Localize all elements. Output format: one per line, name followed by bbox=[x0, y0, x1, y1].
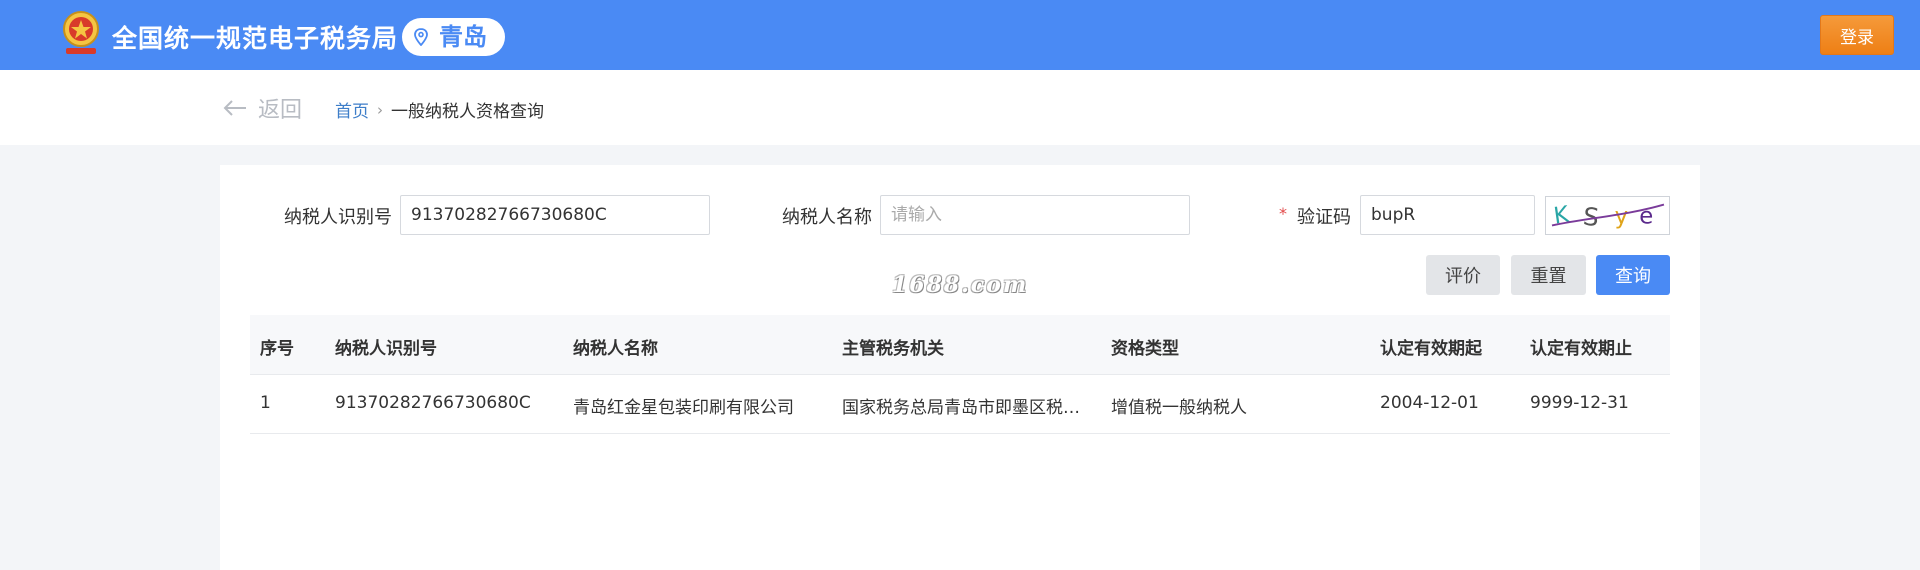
column-header: 资格类型 bbox=[1111, 339, 1179, 359]
table-row[interactable]: 1 91370282766730680C 青岛红金星包装印刷有限公司 国家税务总… bbox=[250, 375, 1670, 434]
login-button[interactable]: 登录 bbox=[1820, 15, 1894, 55]
table-cell: 青岛红金星包装印刷有限公司 bbox=[573, 398, 794, 418]
captcha-input[interactable] bbox=[1360, 195, 1535, 235]
column-header: 认定有效期止 bbox=[1530, 339, 1632, 359]
table-cell: 9999-12-31 bbox=[1530, 393, 1629, 413]
table-cell: 1 bbox=[260, 393, 271, 413]
column-header: 序号 bbox=[260, 339, 294, 359]
back-label: 返回 bbox=[258, 98, 303, 123]
arrow-left-icon bbox=[223, 100, 246, 116]
column-header: 主管税务机关 bbox=[842, 339, 944, 359]
location-pin-icon bbox=[414, 28, 428, 46]
required-mark: * bbox=[1279, 204, 1287, 223]
taxpayer-id-label: 纳税人识别号 bbox=[284, 207, 392, 228]
table-cell: 91370282766730680C bbox=[335, 393, 531, 413]
tax-emblem-icon bbox=[63, 11, 99, 54]
results-table: 序号 纳税人识别号 纳税人名称 主管税务机关 资格类型 认定有效期起 认定有效期… bbox=[250, 315, 1670, 434]
captcha-image[interactable]: K S y e bbox=[1545, 196, 1670, 235]
captcha-label: 验证码 bbox=[1297, 207, 1351, 228]
watermark: 1688.com bbox=[892, 272, 1029, 298]
taxpayer-id-input[interactable] bbox=[400, 195, 710, 235]
breadcrumb-separator: › bbox=[377, 100, 383, 119]
table-cell: 国家税务总局青岛市即墨区税务局 bbox=[842, 398, 1087, 418]
taxpayer-name-label: 纳税人名称 bbox=[782, 207, 872, 228]
city-selector[interactable]: 青岛 bbox=[402, 18, 505, 56]
top-bar: 全国统一规范电子税务局 青岛 登录 bbox=[0, 0, 1920, 70]
taxpayer-name-input[interactable] bbox=[880, 195, 1190, 235]
rate-button[interactable]: 评价 bbox=[1426, 255, 1500, 295]
breadcrumb: 首页 › 一般纳税人资格查询 bbox=[335, 97, 544, 123]
back-link[interactable]: 返回 bbox=[222, 92, 302, 124]
site-title: 全国统一规范电子税务局 bbox=[112, 24, 399, 53]
city-name: 青岛 bbox=[439, 23, 487, 51]
table-cell: 2004-12-01 bbox=[1380, 393, 1479, 413]
breadcrumb-home-link[interactable]: 首页 bbox=[335, 97, 369, 122]
breadcrumb-current: 一般纳税人资格查询 bbox=[391, 102, 544, 122]
table-header: 序号 纳税人识别号 纳税人名称 主管税务机关 资格类型 认定有效期起 认定有效期… bbox=[250, 315, 1670, 375]
captcha-char: y bbox=[1615, 204, 1628, 230]
table-cell: 增值税一般纳税人 bbox=[1111, 398, 1247, 418]
column-header: 认定有效期起 bbox=[1380, 339, 1482, 359]
query-button[interactable]: 查询 bbox=[1596, 255, 1670, 295]
reset-button[interactable]: 重置 bbox=[1511, 255, 1586, 295]
column-header: 纳税人名称 bbox=[573, 339, 658, 359]
column-header: 纳税人识别号 bbox=[335, 339, 437, 359]
